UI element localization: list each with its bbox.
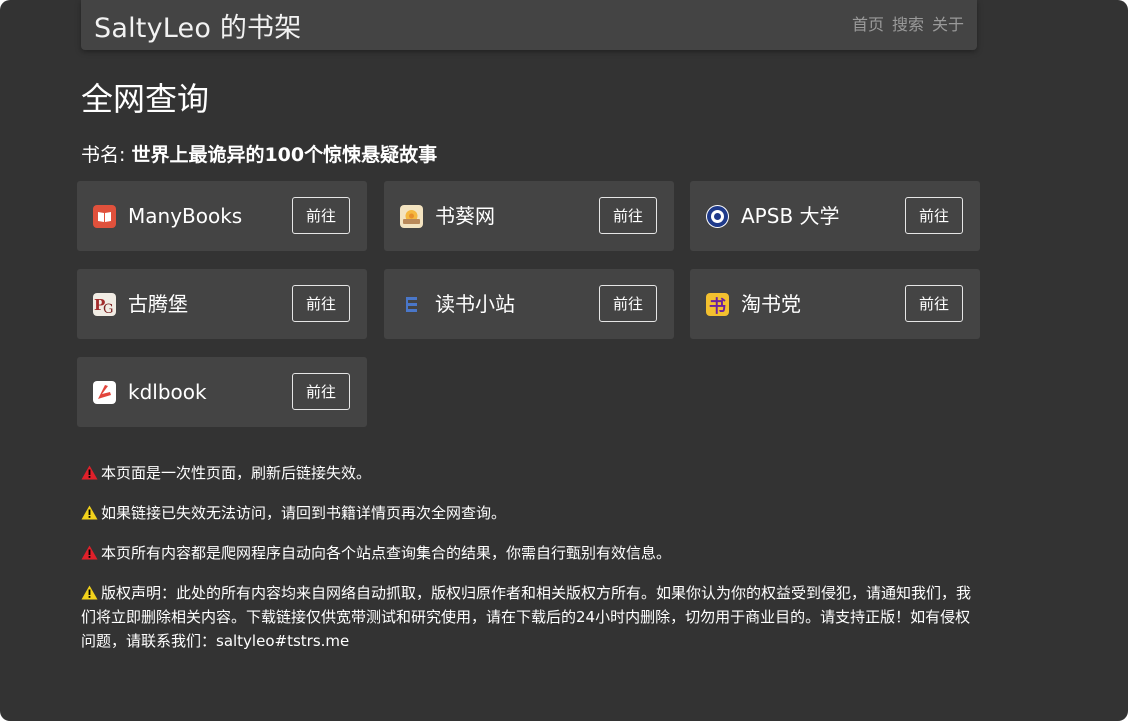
nav-about-link[interactable]: 关于 [932, 11, 964, 35]
site-name: kdlbook [128, 380, 207, 404]
book-title-line: 书名: 世界上最诡异的100个惊悚悬疑故事 [81, 140, 437, 167]
site-name: 读书小站 [435, 292, 515, 316]
site-card-shukui: 书葵网 前往 [384, 181, 674, 251]
site-brand[interactable]: SaltyLeo 的书架 [94, 6, 301, 45]
taoshudang-icon: 书 [706, 293, 729, 316]
warning-yellow-icon [81, 505, 98, 520]
warning-red-icon [81, 545, 98, 560]
site-name: 古腾堡 [128, 292, 188, 316]
go-button-gutenberg[interactable]: 前往 [292, 285, 350, 322]
site-name: 淘书党 [741, 292, 801, 316]
go-button-shukui[interactable]: 前往 [599, 197, 657, 234]
apsb-icon [706, 205, 729, 228]
go-button-dushu[interactable]: 前往 [599, 285, 657, 322]
site-card-kdlbook: kdlbook 前往 [77, 357, 367, 427]
nav-links: 首页 搜索 关于 [852, 11, 964, 35]
site-name: APSB 大学 [741, 204, 840, 228]
book-label: 书名: [81, 144, 132, 166]
manybooks-icon [93, 205, 116, 228]
notice-text: 版权声明：此处的所有内容均来自网络自动抓取，版权归原作者和相关版权方所有。如果你… [81, 584, 972, 650]
top-navbar: SaltyLeo 的书架 首页 搜索 关于 [81, 0, 977, 50]
notice-crawler-results: 本页所有内容都是爬网程序自动向各个站点查询集合的结果，你需自行甄别有效信息。 [81, 541, 981, 565]
kdlbook-icon [93, 381, 116, 404]
notice-link-expired: 如果链接已失效无法访问，请回到书籍详情页再次全网查询。 [81, 501, 981, 525]
svg-text:G: G [103, 302, 113, 316]
svg-text:书: 书 [709, 297, 726, 316]
browser-window: SaltyLeo 的书架 首页 搜索 关于 全网查询 书名: 世界上最诡异的10… [0, 0, 1128, 721]
go-button-taoshudang[interactable]: 前往 [905, 285, 963, 322]
site-name: ManyBooks [128, 204, 243, 228]
book-name: 世界上最诡异的100个惊悚悬疑故事 [131, 144, 438, 166]
shukui-icon [400, 205, 423, 228]
site-card-gutenberg: PG 古腾堡 前往 [77, 269, 367, 339]
nav-home-link[interactable]: 首页 [852, 11, 884, 35]
site-card-taoshudang: 书 淘书党 前往 [690, 269, 980, 339]
go-button-manybooks[interactable]: 前往 [292, 197, 350, 234]
go-button-kdlbook[interactable]: 前往 [292, 373, 350, 410]
page-title: 全网查询 [81, 80, 210, 118]
notice-text: 如果链接已失效无法访问，请回到书籍详情页再次全网查询。 [101, 504, 507, 522]
notice-text: 本页所有内容都是爬网程序自动向各个站点查询集合的结果，你需自行甄别有效信息。 [101, 544, 672, 562]
go-button-apsb[interactable]: 前往 [905, 197, 963, 234]
notice-text: 本页面是一次性页面，刷新后链接失效。 [101, 464, 372, 482]
site-name: 书葵网 [435, 204, 495, 228]
warning-red-icon [81, 465, 98, 480]
site-card-dushu: 读书小站 前往 [384, 269, 674, 339]
site-card-apsb: APSB 大学 前往 [690, 181, 980, 251]
site-card-manybooks: ManyBooks 前往 [77, 181, 367, 251]
gutenberg-icon: PG [93, 293, 116, 316]
nav-search-link[interactable]: 搜索 [892, 11, 924, 35]
notice-one-time-page: 本页面是一次性页面，刷新后链接失效。 [81, 461, 981, 485]
notice-copyright: 版权声明：此处的所有内容均来自网络自动抓取，版权归原作者和相关版权方所有。如果你… [81, 581, 971, 653]
dushu-icon [400, 293, 423, 316]
warning-yellow-icon [81, 585, 98, 600]
